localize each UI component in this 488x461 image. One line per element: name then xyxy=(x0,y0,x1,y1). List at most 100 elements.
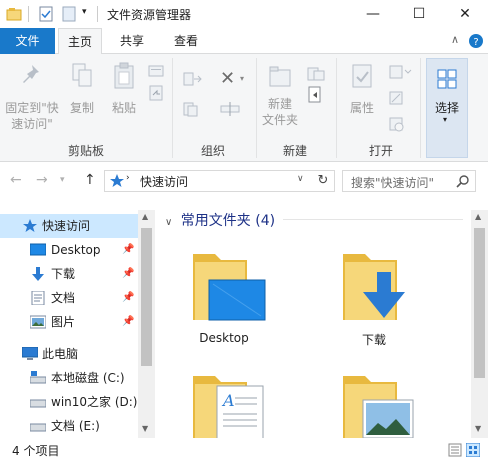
folder-label: 下载 xyxy=(361,333,386,347)
details-view-icon[interactable] xyxy=(448,443,462,457)
group-separator xyxy=(336,58,337,158)
address-bar[interactable]: › 快速访问 ∨ xyxy=(104,170,335,192)
pin-label: 固定到"快 速访问" xyxy=(5,101,59,131)
address-path[interactable]: 快速访问 xyxy=(140,173,188,190)
nav-item-pictures[interactable]: 图片 📌 xyxy=(0,310,140,334)
up-button[interactable]: ↑ xyxy=(84,172,96,188)
drive-icon xyxy=(30,399,46,408)
star-icon xyxy=(110,174,124,187)
section-title: 常用文件夹 (4) xyxy=(180,213,276,229)
new-folder-label: 新建 文件夹 xyxy=(261,97,298,127)
quick-access-star-icon xyxy=(23,219,37,232)
computer-icon xyxy=(22,347,38,360)
search-placeholder: 搜索"快速访问" xyxy=(351,176,435,190)
content-scrollbar[interactable]: ▲ ▼ xyxy=(471,210,488,438)
search-box[interactable]: 搜索"快速访问" xyxy=(342,170,476,192)
folder-app-icon xyxy=(6,8,22,21)
properties-quick-icon[interactable] xyxy=(38,5,54,23)
nav-item-quick-access[interactable]: 快速访问 xyxy=(0,214,140,238)
close-button[interactable]: ✕ xyxy=(442,0,488,28)
select-button[interactable]: 选择 ▾ xyxy=(426,58,468,158)
title-separator xyxy=(28,6,29,22)
move-to-icon[interactable] xyxy=(182,70,204,88)
explorer-window: ▾ 文件资源管理器 — ☐ ✕ 文件 主页 共享 查看 ∧ ? 固定到"快 速访… xyxy=(0,0,488,461)
folder-tile-desktop[interactable]: Desktop xyxy=(169,238,279,348)
pin-to-quick-access-button[interactable]: 固定到"快 速访问" xyxy=(4,62,60,132)
copy-to-icon[interactable] xyxy=(182,100,204,118)
scroll-down-icon[interactable]: ▼ xyxy=(142,424,148,433)
open-icon[interactable] xyxy=(388,64,412,80)
delete-icon[interactable]: ✕ xyxy=(220,68,235,89)
tab-share[interactable]: 共享 xyxy=(109,28,155,54)
nav-item-drive-c[interactable]: 本地磁盘 (C:) xyxy=(0,366,140,390)
collapse-ribbon-icon[interactable]: ∧ xyxy=(451,33,459,46)
nav-item-desktop[interactable]: Desktop 📌 xyxy=(0,238,140,262)
documents-folder-icon: A xyxy=(193,376,264,438)
folder-tile-downloads[interactable]: 下载 xyxy=(319,238,429,348)
nav-item-documents[interactable]: 文档 📌 xyxy=(0,286,140,310)
nav-scrollbar[interactable]: ▲ ▼ xyxy=(138,210,155,438)
breadcrumb-separator-icon: › xyxy=(126,173,130,183)
properties-button[interactable]: 属性 xyxy=(342,62,382,116)
copy-label: 复制 xyxy=(69,101,94,115)
paste-label: 粘贴 xyxy=(111,101,136,115)
copy-button[interactable]: 复制 xyxy=(64,62,100,116)
content-scroll-thumb[interactable] xyxy=(474,228,485,378)
navigation-pane: 快速访问 Desktop 📌 下载 📌 文档 📌 图片 📌 此电脑 本地磁盘 (… xyxy=(0,210,155,438)
new-folder-quick-icon[interactable] xyxy=(61,5,77,23)
paste-shortcut-icon[interactable] xyxy=(148,85,164,101)
tab-view[interactable]: 查看 xyxy=(162,28,210,54)
group-separator xyxy=(420,58,421,158)
nav-item-drive-e[interactable]: 文档 (E:) xyxy=(0,414,140,438)
nav-item-label: 快速访问 xyxy=(42,219,91,233)
tab-file[interactable]: 文件 xyxy=(0,28,55,54)
paste-button[interactable]: 粘贴 xyxy=(106,62,142,116)
back-button[interactable]: ← xyxy=(10,172,22,188)
section-header[interactable]: ∨ 常用文件夹 (4) xyxy=(165,210,275,230)
group-separator xyxy=(256,58,257,158)
large-icons-view-icon[interactable] xyxy=(466,443,480,457)
folder-tile-pictures[interactable]: 图片 xyxy=(319,360,429,438)
scroll-up-icon[interactable]: ▲ xyxy=(142,212,148,221)
scroll-down-icon[interactable]: ▼ xyxy=(475,424,481,433)
forward-button[interactable]: → xyxy=(36,172,48,188)
maximize-button[interactable]: ☐ xyxy=(396,0,442,28)
scroll-up-icon[interactable]: ▲ xyxy=(475,212,481,221)
paste-icon xyxy=(114,62,134,89)
nav-item-drive-d[interactable]: win10之家 (D:) xyxy=(0,390,140,414)
downloads-folder-icon xyxy=(343,254,405,320)
windows-drive-icon xyxy=(30,371,46,384)
minimize-button[interactable]: — xyxy=(350,0,396,28)
pin-icon[interactable]: 📌 xyxy=(122,286,134,310)
section-collapse-icon[interactable]: ∨ xyxy=(165,217,172,228)
new-folder-button[interactable]: 新建 文件夹 xyxy=(258,62,302,128)
address-dropdown-icon[interactable]: ∨ xyxy=(297,174,304,184)
rename-icon[interactable] xyxy=(220,100,240,118)
search-icon[interactable] xyxy=(456,174,470,188)
new-item-icon[interactable] xyxy=(306,66,328,82)
tab-home[interactable]: 主页 xyxy=(58,28,102,55)
new-group-label: 新建 xyxy=(282,144,307,158)
picture-icon xyxy=(30,315,46,329)
easy-access-icon[interactable] xyxy=(306,86,328,104)
svg-text:?: ? xyxy=(473,37,478,48)
history-icon[interactable] xyxy=(388,116,406,132)
item-count: 4 个项目 xyxy=(12,444,60,458)
group-separator xyxy=(172,58,173,158)
folder-tile-documents[interactable]: A 文档 xyxy=(169,360,279,438)
cut-path-icon[interactable] xyxy=(148,64,164,78)
nav-item-this-pc[interactable]: 此电脑 xyxy=(0,342,140,366)
customize-quick-access-icon[interactable]: ▾ xyxy=(82,7,87,17)
help-icon[interactable]: ? xyxy=(468,33,484,49)
delete-dropdown-icon[interactable]: ▾ xyxy=(240,74,244,83)
ribbon-tabs: 文件 主页 共享 查看 ∧ ? xyxy=(0,28,488,55)
recent-locations-icon[interactable]: ▾ xyxy=(60,175,65,185)
pin-icon[interactable]: 📌 xyxy=(122,238,134,262)
nav-item-downloads[interactable]: 下载 📌 xyxy=(0,262,140,286)
edit-icon[interactable] xyxy=(388,90,406,106)
nav-scroll-thumb[interactable] xyxy=(141,228,152,366)
pin-icon[interactable]: 📌 xyxy=(122,310,134,334)
pin-icon[interactable]: 📌 xyxy=(122,262,134,286)
refresh-button[interactable]: ↻ xyxy=(312,170,334,192)
nav-item-label: 文档 xyxy=(51,291,76,305)
